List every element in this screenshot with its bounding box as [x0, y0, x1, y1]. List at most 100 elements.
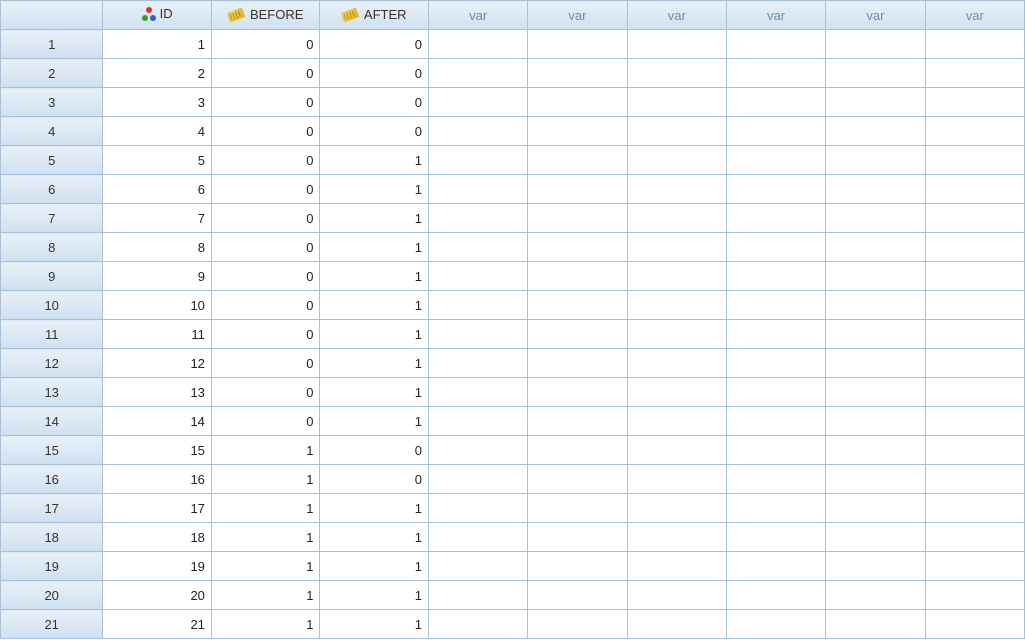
row-number-cell[interactable]: 1	[1, 30, 103, 59]
data-cell-empty[interactable]	[726, 465, 825, 494]
data-cell-empty[interactable]	[826, 262, 925, 291]
data-cell[interactable]: 0	[320, 436, 429, 465]
column-header-id[interactable]: ID	[103, 1, 212, 30]
row-number-cell[interactable]: 8	[1, 233, 103, 262]
data-cell[interactable]: 0	[211, 175, 320, 204]
data-cell-empty[interactable]	[826, 610, 925, 639]
data-cell[interactable]: 1	[103, 30, 212, 59]
data-cell-empty[interactable]	[826, 378, 925, 407]
data-cell[interactable]: 1	[320, 175, 429, 204]
data-cell-empty[interactable]	[826, 552, 925, 581]
data-cell-empty[interactable]	[925, 552, 1024, 581]
data-cell-empty[interactable]	[726, 552, 825, 581]
data-cell[interactable]: 1	[320, 291, 429, 320]
data-cell-empty[interactable]	[428, 581, 527, 610]
data-cell-empty[interactable]	[627, 59, 726, 88]
data-cell-empty[interactable]	[528, 117, 627, 146]
column-header-empty[interactable]: var	[726, 1, 825, 30]
data-cell-empty[interactable]	[826, 88, 925, 117]
data-cell-empty[interactable]	[428, 465, 527, 494]
data-cell-empty[interactable]	[826, 494, 925, 523]
data-cell-empty[interactable]	[428, 291, 527, 320]
data-cell-empty[interactable]	[627, 610, 726, 639]
data-cell[interactable]: 11	[103, 320, 212, 349]
data-cell-empty[interactable]	[528, 436, 627, 465]
data-cell[interactable]: 1	[320, 581, 429, 610]
data-cell-empty[interactable]	[627, 494, 726, 523]
data-cell-empty[interactable]	[826, 465, 925, 494]
data-cell-empty[interactable]	[627, 88, 726, 117]
data-cell-empty[interactable]	[826, 291, 925, 320]
data-cell-empty[interactable]	[726, 30, 825, 59]
data-cell-empty[interactable]	[528, 291, 627, 320]
data-cell-empty[interactable]	[627, 552, 726, 581]
data-cell[interactable]: 12	[103, 349, 212, 378]
data-cell[interactable]: 18	[103, 523, 212, 552]
data-cell[interactable]: 17	[103, 494, 212, 523]
data-cell-empty[interactable]	[528, 610, 627, 639]
data-cell-empty[interactable]	[826, 146, 925, 175]
data-cell-empty[interactable]	[925, 204, 1024, 233]
data-cell-empty[interactable]	[428, 407, 527, 436]
data-cell[interactable]: 8	[103, 233, 212, 262]
data-cell[interactable]: 1	[320, 233, 429, 262]
data-cell-empty[interactable]	[528, 407, 627, 436]
data-cell-empty[interactable]	[726, 233, 825, 262]
row-number-cell[interactable]: 13	[1, 378, 103, 407]
data-cell[interactable]: 1	[211, 523, 320, 552]
row-number-cell[interactable]: 11	[1, 320, 103, 349]
data-cell-empty[interactable]	[528, 494, 627, 523]
data-cell[interactable]: 1	[320, 204, 429, 233]
row-number-cell[interactable]: 14	[1, 407, 103, 436]
data-cell-empty[interactable]	[627, 291, 726, 320]
data-cell-empty[interactable]	[627, 175, 726, 204]
data-cell[interactable]: 6	[103, 175, 212, 204]
data-cell-empty[interactable]	[726, 262, 825, 291]
data-cell-empty[interactable]	[925, 320, 1024, 349]
data-cell-empty[interactable]	[627, 204, 726, 233]
data-cell-empty[interactable]	[528, 349, 627, 378]
corner-cell[interactable]	[1, 1, 103, 30]
data-cell-empty[interactable]	[925, 436, 1024, 465]
data-cell-empty[interactable]	[826, 581, 925, 610]
row-number-cell[interactable]: 16	[1, 465, 103, 494]
data-cell-empty[interactable]	[826, 59, 925, 88]
data-cell-empty[interactable]	[826, 117, 925, 146]
row-number-cell[interactable]: 6	[1, 175, 103, 204]
data-cell[interactable]: 3	[103, 88, 212, 117]
data-cell[interactable]: 1	[211, 494, 320, 523]
data-cell[interactable]: 0	[211, 378, 320, 407]
data-cell-empty[interactable]	[627, 30, 726, 59]
data-cell-empty[interactable]	[428, 494, 527, 523]
data-cell-empty[interactable]	[528, 552, 627, 581]
data-cell[interactable]: 1	[211, 610, 320, 639]
data-cell-empty[interactable]	[726, 204, 825, 233]
column-header-empty[interactable]: var	[528, 1, 627, 30]
data-cell[interactable]: 21	[103, 610, 212, 639]
data-cell-empty[interactable]	[826, 523, 925, 552]
data-cell-empty[interactable]	[428, 88, 527, 117]
row-number-cell[interactable]: 17	[1, 494, 103, 523]
column-header-before[interactable]: BEFORE	[211, 1, 320, 30]
data-cell-empty[interactable]	[627, 523, 726, 552]
data-cell[interactable]: 1	[320, 146, 429, 175]
row-number-cell[interactable]: 21	[1, 610, 103, 639]
data-cell-empty[interactable]	[627, 262, 726, 291]
row-number-cell[interactable]: 2	[1, 59, 103, 88]
data-cell-empty[interactable]	[925, 465, 1024, 494]
data-cell[interactable]: 4	[103, 117, 212, 146]
data-cell[interactable]: 1	[211, 552, 320, 581]
data-cell-empty[interactable]	[428, 523, 527, 552]
data-cell-empty[interactable]	[826, 349, 925, 378]
data-cell-empty[interactable]	[826, 320, 925, 349]
column-header-empty[interactable]: var	[826, 1, 925, 30]
data-cell-empty[interactable]	[428, 610, 527, 639]
data-cell-empty[interactable]	[826, 30, 925, 59]
data-cell-empty[interactable]	[826, 204, 925, 233]
data-cell-empty[interactable]	[428, 30, 527, 59]
data-cell-empty[interactable]	[925, 523, 1024, 552]
data-cell-empty[interactable]	[726, 349, 825, 378]
data-cell[interactable]: 14	[103, 407, 212, 436]
data-cell-empty[interactable]	[428, 349, 527, 378]
row-number-cell[interactable]: 19	[1, 552, 103, 581]
